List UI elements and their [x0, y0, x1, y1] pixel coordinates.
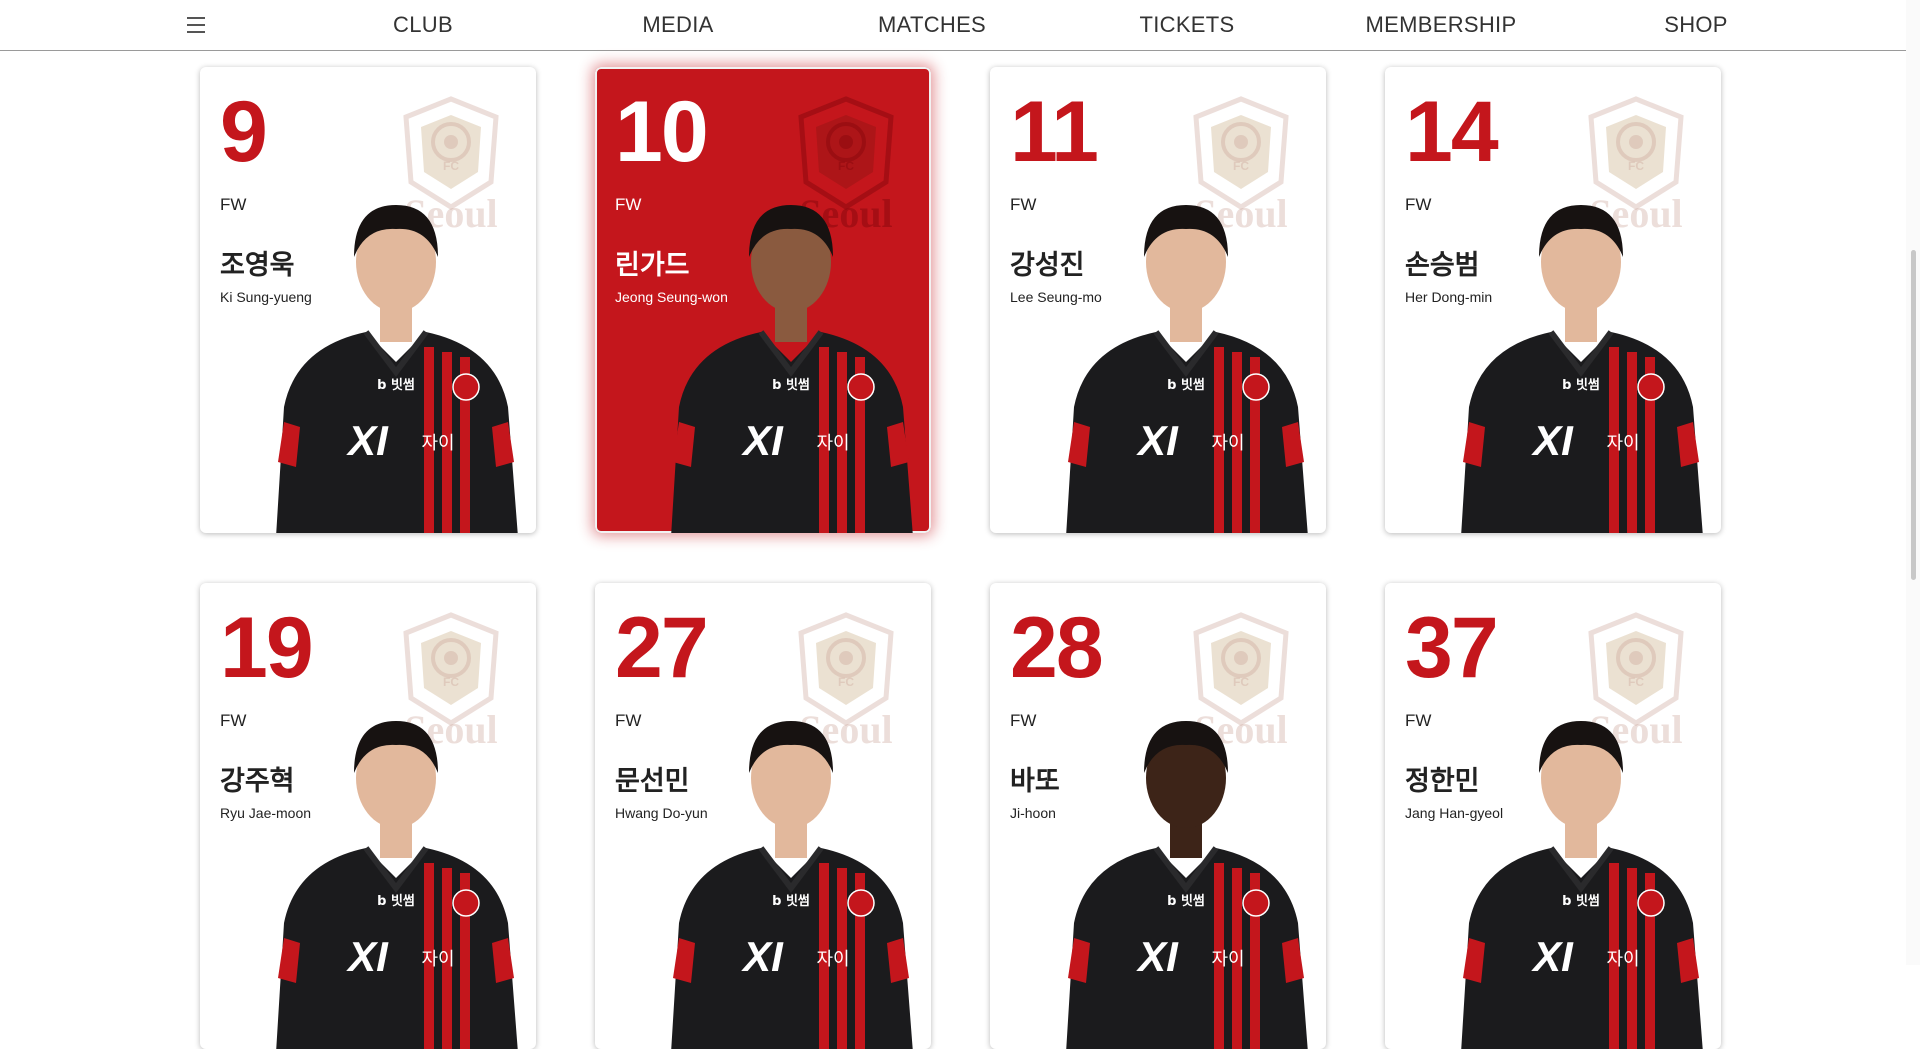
player-name-korean: 바또	[1010, 766, 1060, 796]
player-photo: XI 자이 b 빗썸	[671, 721, 913, 1049]
player-position: FW	[220, 711, 247, 730]
crest-sub: FC	[838, 675, 854, 689]
jersey-chest-logo: b 빗썸	[377, 893, 415, 909]
jersey-sponsor-sub: 자이	[816, 949, 849, 970]
vertical-scrollbar[interactable]	[1906, 0, 1920, 965]
player-position: FW	[1010, 195, 1037, 214]
jersey-chest-logo: b 빗썸	[1562, 893, 1600, 909]
player-photo: XI 자이 b 빗썸	[671, 205, 913, 533]
player-name-korean: 강주혁	[220, 766, 295, 796]
jersey-sponsor: XI	[1531, 933, 1574, 980]
crest-sub: FC	[1233, 159, 1249, 173]
player-card-28[interactable]: Seoul FC XI 자이 b 빗썸 28 FW 바또 Ji-hoon	[990, 583, 1326, 1049]
player-name-english: Her Dong-min	[1405, 289, 1493, 305]
nav-club[interactable]: CLUB	[393, 12, 453, 38]
crest-sub: FC	[1233, 675, 1249, 689]
player-name-english: Lee Seung-mo	[1010, 289, 1102, 305]
player-position: FW	[220, 195, 247, 214]
player-number: 9	[220, 84, 268, 180]
jersey-chest-logo: b 빗썸	[772, 893, 810, 909]
jersey-sponsor: XI	[346, 417, 389, 464]
player-card-37[interactable]: Seoul FC XI 자이 b 빗썸 37 FW 정한민 Jang Han-g…	[1385, 583, 1721, 1049]
jersey-sponsor: XI	[1136, 933, 1179, 980]
nav-matches[interactable]: MATCHES	[878, 12, 986, 38]
player-name-english: Jang Han-gyeol	[1405, 805, 1504, 821]
player-card-10[interactable]: Seoul FC XI 자이 b 빗썸 10 FW 린가드 Jeong Seun…	[595, 67, 931, 533]
crest-sub: FC	[443, 159, 459, 173]
player-number: 14	[1405, 84, 1499, 180]
jersey-chest-logo: b 빗썸	[1167, 893, 1205, 909]
player-number: 37	[1405, 600, 1499, 696]
player-card-14[interactable]: Seoul FC XI 자이 b 빗썸 14 FW 손승범 Her Dong-m…	[1385, 67, 1721, 533]
jersey-sponsor-sub: 자이	[1211, 949, 1244, 970]
player-photo: XI 자이 b 빗썸	[1461, 721, 1703, 1049]
player-name-english: Ki Sung-yueng	[220, 289, 312, 305]
player-card-9[interactable]: Seoul FC XI 자이 b 빗썸 9 FW 조영욱 Ki Sung-yue…	[200, 67, 536, 533]
jersey-sponsor: XI	[741, 417, 784, 464]
player-position: FW	[615, 711, 642, 730]
crest-sub: FC	[1628, 675, 1644, 689]
crest-sub: FC	[443, 675, 459, 689]
player-name-korean: 린가드	[615, 250, 690, 280]
player-name-korean: 강성진	[1010, 250, 1085, 280]
player-name-english: Ryu Jae-moon	[220, 805, 312, 821]
player-card-11[interactable]: Seoul FC XI 자이 b 빗썸 11 FW 강성진 Lee Seung-…	[990, 67, 1326, 533]
player-number: 27	[615, 600, 709, 696]
player-position: FW	[1405, 711, 1432, 730]
nav-membership[interactable]: MEMBERSHIP	[1366, 12, 1517, 38]
jersey-sponsor-sub: 자이	[816, 433, 849, 454]
crest-sub: FC	[838, 159, 854, 173]
player-number: 11	[1010, 84, 1099, 180]
jersey-sponsor-sub: 자이	[1211, 433, 1244, 454]
nav-media[interactable]: MEDIA	[642, 12, 713, 38]
jersey-chest-logo: b 빗썸	[1562, 377, 1600, 393]
jersey-chest-logo: b 빗썸	[772, 377, 810, 393]
player-number: 28	[1010, 600, 1104, 696]
player-photo: XI 자이 b 빗썸	[1461, 205, 1703, 533]
player-name-korean: 조영욱	[220, 250, 295, 280]
player-name-english: Hwang Do-yun	[615, 805, 708, 821]
player-name-korean: 문선민	[615, 766, 690, 796]
player-name-english: Ji-hoon	[1010, 805, 1056, 821]
player-name-english: Jeong Seung-won	[615, 289, 728, 305]
top-navigation: CLUB MEDIA MATCHES TICKETS MEMBERSHIP SH…	[0, 0, 1920, 51]
jersey-sponsor-sub: 자이	[421, 433, 454, 454]
player-position: FW	[1405, 195, 1432, 214]
jersey-chest-logo: b 빗썸	[377, 377, 415, 393]
player-card-27[interactable]: Seoul FC XI 자이 b 빗썸 27 FW 문선민 Hwang Do-y…	[595, 583, 931, 1049]
player-name-korean: 정한민	[1405, 766, 1480, 796]
player-position: FW	[615, 195, 642, 214]
player-number: 19	[220, 600, 314, 696]
player-photo: XI 자이 b 빗썸	[1066, 721, 1308, 1049]
jersey-chest-logo: b 빗썸	[1167, 377, 1205, 393]
crest-sub: FC	[1628, 159, 1644, 173]
jersey-sponsor: XI	[741, 933, 784, 980]
player-name-korean: 손승범	[1405, 250, 1480, 280]
jersey-sponsor-sub: 자이	[1606, 433, 1639, 454]
nav-shop[interactable]: SHOP	[1664, 12, 1728, 38]
hamburger-menu-icon[interactable]	[184, 13, 208, 37]
jersey-sponsor: XI	[1531, 417, 1574, 464]
nav-tickets[interactable]: TICKETS	[1140, 12, 1235, 38]
player-photo: XI 자이 b 빗썸	[1066, 205, 1308, 533]
jersey-sponsor: XI	[346, 933, 389, 980]
jersey-sponsor-sub: 자이	[421, 949, 454, 970]
player-card-19[interactable]: Seoul FC XI 자이 b 빗썸 19 FW 강주혁 Ryu Jae-mo…	[200, 583, 536, 1049]
jersey-sponsor-sub: 자이	[1606, 949, 1639, 970]
player-position: FW	[1010, 711, 1037, 730]
player-photo: XI 자이 b 빗썸	[276, 721, 518, 1049]
jersey-sponsor: XI	[1136, 417, 1179, 464]
scrollbar-thumb[interactable]	[1911, 250, 1916, 580]
player-photo: XI 자이 b 빗썸	[276, 205, 518, 533]
player-number: 10	[615, 84, 709, 180]
